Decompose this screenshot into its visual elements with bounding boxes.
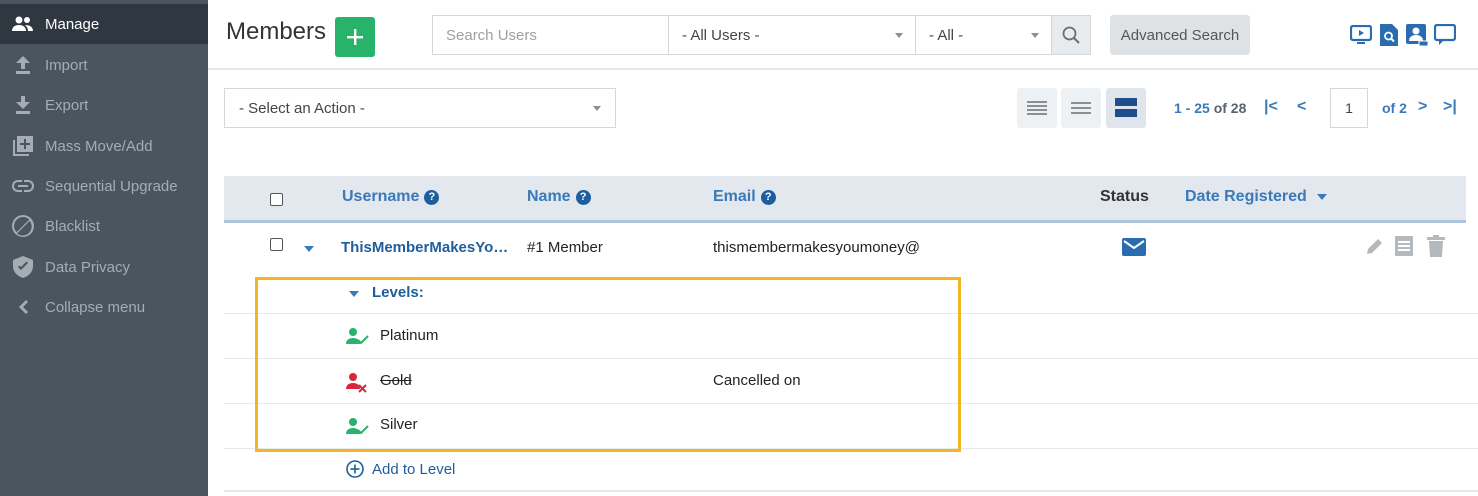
sidebar-item-label: Sequential Upgrade: [45, 177, 178, 195]
page-number-input[interactable]: 1: [1330, 88, 1368, 128]
plus-circle-icon: [346, 460, 364, 478]
list-compact-icon: [1027, 101, 1047, 115]
chat-icon[interactable]: [1434, 24, 1456, 46]
column-label: Date Registered: [1185, 188, 1307, 205]
chevron-down-icon: [593, 106, 601, 111]
page-title: Members: [226, 18, 327, 45]
page-of-total: of 2: [1382, 100, 1407, 116]
column-label: Email: [713, 188, 756, 205]
member-name: #1 Member: [527, 239, 603, 256]
last-page-button[interactable]: >|: [1443, 98, 1457, 116]
sidebar-item-label: Collapse menu: [45, 298, 146, 316]
link-icon: [12, 176, 34, 196]
delete-icon[interactable]: [1427, 235, 1445, 260]
sidebar-item-label: Import: [45, 56, 88, 74]
sidebar-item-import[interactable]: Import: [0, 45, 208, 85]
video-icon[interactable]: [1350, 24, 1372, 46]
member-email: thismembermakesyoumoney@: [713, 239, 920, 256]
plus-square-icon: [12, 136, 34, 156]
plus-icon: [347, 29, 363, 45]
bulk-action-value: - Select an Action -: [239, 99, 365, 117]
sidebar-item-label: Export: [45, 96, 89, 114]
users-filter-value: - All Users -: [682, 26, 760, 44]
search-input[interactable]: Search Users: [432, 15, 668, 55]
sidebar-item-mass-move[interactable]: Mass Move/Add: [0, 126, 208, 166]
sort-desc-icon: [1316, 194, 1327, 200]
advanced-search-button[interactable]: Advanced Search: [1110, 15, 1250, 55]
view-compact-button[interactable]: [1017, 88, 1057, 128]
search-button[interactable]: [1051, 15, 1091, 55]
levels-highlight-box: [255, 277, 961, 452]
document-search-icon[interactable]: [1378, 24, 1400, 46]
status-filter-select[interactable]: - All -: [915, 15, 1052, 55]
row-checkbox[interactable]: [270, 238, 283, 251]
first-page-button[interactable]: |<: [1264, 98, 1278, 116]
edit-icon[interactable]: [1365, 236, 1385, 259]
sidebar-item-blacklist[interactable]: Blacklist: [0, 206, 208, 246]
column-label: Username: [342, 188, 420, 205]
sidebar-item-export[interactable]: Export: [0, 85, 208, 125]
chevron-down-icon: [895, 33, 903, 38]
collapse-menu-button[interactable]: Collapse menu: [0, 287, 208, 327]
list-normal-icon: [1071, 102, 1091, 114]
help-icon[interactable]: ?: [575, 189, 591, 205]
header-divider: [208, 68, 1478, 70]
sidebar-item-data-privacy[interactable]: Data Privacy: [0, 247, 208, 287]
upload-icon: [12, 55, 34, 75]
view-normal-button[interactable]: [1061, 88, 1101, 128]
member-username-link[interactable]: ThisMemberMakesYo…: [341, 239, 508, 256]
sidebar-item-label: Data Privacy: [45, 258, 131, 276]
pager-range: 1 - 25: [1174, 100, 1210, 116]
column-header-name[interactable]: Name?: [527, 188, 591, 206]
table-header-border: [224, 220, 1466, 223]
pager-total: of 28: [1209, 100, 1247, 116]
users-filter-select[interactable]: - All Users -: [668, 15, 916, 55]
download-icon: [12, 95, 34, 115]
prev-page-button[interactable]: <: [1297, 98, 1306, 116]
sidebar: Manage Import Export Mass Move/Add Seque…: [0, 0, 208, 496]
pager-count: 1 - 25 of 28: [1174, 100, 1246, 116]
sidebar-item-label: Mass Move/Add: [45, 137, 153, 155]
add-member-button[interactable]: [335, 17, 375, 57]
users-icon: [12, 14, 34, 34]
ban-icon: [12, 215, 34, 237]
help-icon[interactable]: ?: [424, 189, 440, 205]
select-all-checkbox[interactable]: [270, 193, 283, 206]
sidebar-item-label: Manage: [45, 15, 100, 33]
column-header-date-registered[interactable]: Date Registered: [1185, 188, 1327, 206]
sidebar-item-label: Blacklist: [45, 217, 101, 235]
top-icon-group: [1350, 24, 1456, 46]
column-header-username[interactable]: Username?: [342, 188, 440, 206]
column-header-email[interactable]: Email?: [713, 188, 776, 206]
search-icon: [1062, 26, 1080, 44]
add-to-level-label: Add to Level: [372, 460, 456, 478]
help-icon[interactable]: ?: [760, 189, 776, 205]
column-label: Name: [527, 188, 571, 205]
sidebar-item-sequential-upgrade[interactable]: Sequential Upgrade: [0, 166, 208, 206]
chevron-down-icon: [1031, 33, 1039, 38]
next-page-button[interactable]: >: [1418, 98, 1427, 116]
user-card-icon[interactable]: [1406, 24, 1428, 46]
add-to-level-button[interactable]: Add to Level: [346, 460, 455, 478]
column-header-status: Status: [1100, 188, 1149, 205]
expand-row-icon[interactable]: [304, 246, 314, 252]
shield-icon: [12, 256, 34, 278]
sidebar-item-manage[interactable]: Manage: [0, 4, 208, 44]
status-filter-value: - All -: [929, 26, 964, 44]
chevron-left-icon: [12, 297, 34, 317]
table-bottom-border: [224, 490, 1478, 492]
notes-icon[interactable]: [1395, 236, 1413, 259]
view-expanded-button[interactable]: [1106, 88, 1146, 128]
email-status-icon[interactable]: [1122, 238, 1146, 259]
bulk-action-select[interactable]: - Select an Action -: [224, 88, 616, 128]
list-expanded-icon: [1115, 98, 1137, 117]
